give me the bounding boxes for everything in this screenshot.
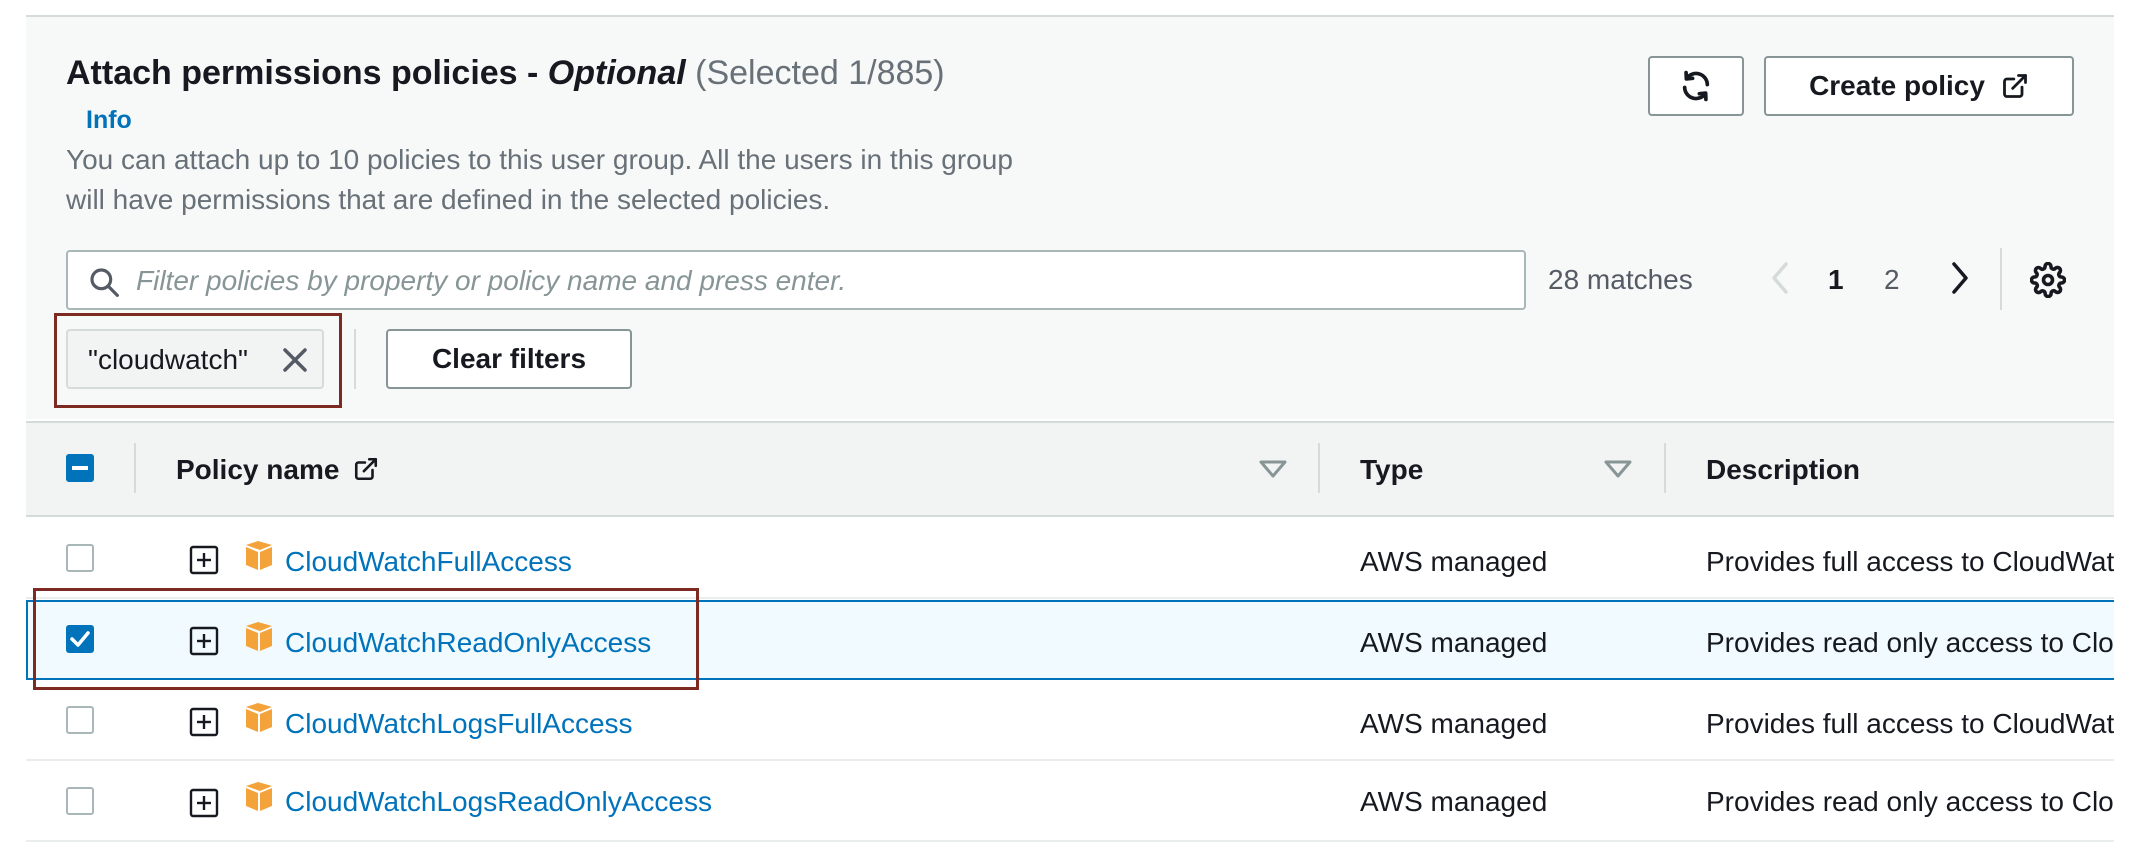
column-divider bbox=[1664, 443, 1666, 493]
policy-package-icon bbox=[246, 622, 272, 651]
create-policy-label: Create policy bbox=[1809, 70, 1985, 101]
policy-link[interactable]: CloudWatchLogsReadOnlyAccess bbox=[285, 786, 712, 818]
indeterminate-mark bbox=[72, 466, 88, 470]
matches-count: 28 matches bbox=[1548, 264, 1693, 295]
page-title: Attach permissions policies - Optional (… bbox=[66, 54, 945, 93]
column-header-type[interactable]: Type bbox=[1360, 454, 1423, 486]
column-divider bbox=[1318, 443, 1320, 493]
filter-token-label: "cloudwatch" bbox=[88, 344, 248, 375]
policy-type: AWS managed bbox=[1360, 786, 1548, 817]
expand-icon[interactable] bbox=[189, 626, 219, 656]
description-line-2: will have permissions that are defined i… bbox=[66, 184, 831, 215]
title-selected-count: (Selected 1/885) bbox=[695, 54, 945, 92]
clear-filters-button[interactable]: Clear filters bbox=[386, 329, 632, 389]
policy-link[interactable]: CloudWatchFullAccess bbox=[285, 546, 572, 578]
page-1-button[interactable]: 1 bbox=[1828, 264, 1844, 296]
column-header-description[interactable]: Description bbox=[1706, 454, 1860, 486]
expand-icon[interactable] bbox=[189, 788, 219, 818]
pagination-divider bbox=[2000, 248, 2002, 310]
policy-description: Provides read only access to CloudWatch. bbox=[1706, 627, 2114, 658]
chevron-left-icon[interactable] bbox=[1766, 258, 1796, 298]
policy-package-icon bbox=[246, 703, 272, 732]
column-divider bbox=[134, 443, 136, 493]
title-main: Attach permissions policies - bbox=[66, 54, 548, 92]
search-box[interactable] bbox=[66, 250, 1526, 310]
checkmark-icon bbox=[70, 631, 90, 647]
description-cell: Provides read only access to CloudWatch. bbox=[1706, 621, 2114, 661]
sort-caret-icon[interactable] bbox=[1603, 458, 1633, 480]
row-checkbox[interactable] bbox=[66, 544, 94, 572]
search-input[interactable] bbox=[134, 260, 1518, 302]
column-label-policy-name: Policy name bbox=[176, 454, 340, 485]
policy-type: AWS managed bbox=[1360, 627, 1548, 658]
external-link-icon bbox=[2003, 74, 2027, 98]
row-checkbox[interactable] bbox=[66, 787, 94, 815]
page-description: You can attach up to 10 policies to this… bbox=[66, 140, 1076, 220]
page-2-button[interactable]: 2 bbox=[1884, 264, 1900, 296]
sort-caret-icon[interactable] bbox=[1258, 458, 1288, 480]
select-all-checkbox[interactable] bbox=[66, 454, 94, 482]
policy-description: Provides read only access to CloudWatch … bbox=[1706, 786, 2114, 817]
column-header-policy-name[interactable]: Policy name bbox=[176, 454, 379, 486]
policy-link[interactable]: CloudWatchLogsFullAccess bbox=[285, 708, 633, 740]
expand-icon[interactable] bbox=[189, 707, 219, 737]
create-policy-button[interactable]: Create policy bbox=[1764, 56, 2074, 116]
close-icon[interactable] bbox=[280, 345, 310, 375]
policy-link[interactable]: CloudWatchReadOnlyAccess bbox=[285, 627, 651, 659]
row-checkbox-checked[interactable] bbox=[66, 625, 94, 653]
description-cell: Provides full access to CloudWatch Logs bbox=[1706, 702, 2114, 742]
description-line-1: You can attach up to 10 policies to this… bbox=[66, 144, 1013, 175]
policy-description: Provides full access to CloudWatch. bbox=[1706, 546, 2114, 577]
title-optional: Optional bbox=[547, 54, 686, 92]
gear-icon[interactable] bbox=[2030, 262, 2066, 298]
description-cell: Provides read only access to CloudWatch … bbox=[1706, 780, 2114, 820]
info-link[interactable]: Info bbox=[86, 106, 132, 135]
row-checkbox[interactable] bbox=[66, 706, 94, 734]
refresh-icon bbox=[1682, 70, 1710, 102]
policy-description: Provides full access to CloudWatch Logs bbox=[1706, 708, 2114, 739]
search-icon bbox=[90, 268, 119, 297]
policy-type: AWS managed bbox=[1360, 546, 1548, 577]
description-cell: Provides full access to CloudWatch. bbox=[1706, 540, 2114, 580]
filter-token: "cloudwatch" bbox=[66, 329, 324, 389]
policy-package-icon bbox=[246, 541, 272, 570]
expand-icon[interactable] bbox=[189, 545, 219, 575]
token-divider bbox=[354, 329, 356, 389]
refresh-button[interactable] bbox=[1648, 56, 1744, 116]
chevron-right-icon[interactable] bbox=[1944, 258, 1974, 298]
policy-type: AWS managed bbox=[1360, 708, 1548, 739]
external-link-icon bbox=[355, 457, 378, 481]
policy-package-icon bbox=[246, 782, 272, 811]
